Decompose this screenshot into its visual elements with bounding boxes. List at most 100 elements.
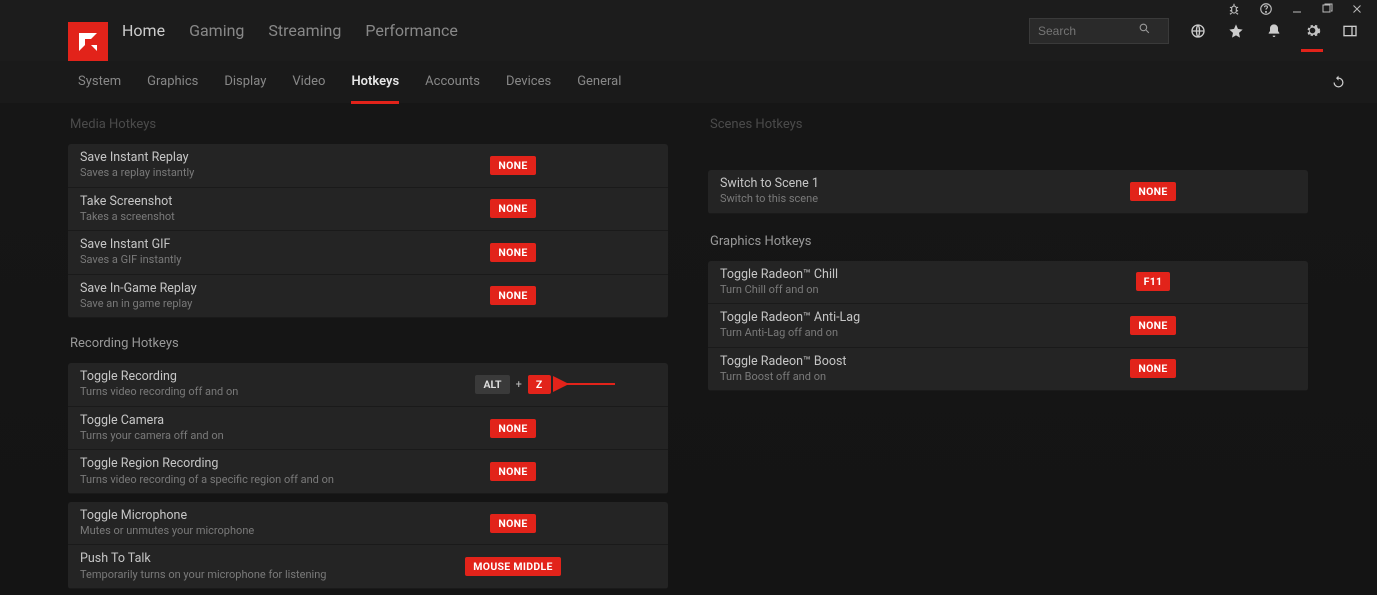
hotkey-title: Toggle Radeon™ Chill	[720, 267, 1010, 283]
hotkey-row[interactable]: Push To TalkTemporarily turns on your mi…	[68, 545, 668, 589]
hotkey-title: Save Instant GIF	[80, 237, 370, 253]
key-badge: NONE	[1130, 359, 1175, 378]
graphics-hotkeys-list: Toggle Radeon™ ChillTurn Chill off and o…	[708, 261, 1308, 392]
key-badge: MOUSE MIDDLE	[465, 557, 560, 576]
hotkey-title: Take Screenshot	[80, 194, 370, 210]
bug-icon[interactable]	[1227, 2, 1241, 20]
hotkey-desc: Saves a GIF instantly	[80, 253, 370, 267]
sidebar-toggle-icon[interactable]	[1341, 22, 1359, 40]
hotkey-value[interactable]: NONE	[370, 199, 656, 218]
tab-general[interactable]: General	[577, 74, 621, 91]
key-badge: NONE	[490, 199, 535, 218]
hotkey-row[interactable]: Toggle Region RecordingTurns video recor…	[68, 450, 668, 494]
hotkey-desc: Turn Boost off and on	[720, 370, 1010, 384]
tab-video[interactable]: Video	[292, 74, 325, 91]
search-box[interactable]	[1029, 18, 1169, 44]
right-column: Scenes Hotkeys Switch to Scene 1Switch t…	[708, 103, 1308, 595]
hotkey-value[interactable]: F11	[1010, 272, 1296, 291]
hotkey-desc: Turns your camera off and on	[80, 429, 370, 443]
hotkey-row[interactable]: Toggle MicrophoneMutes or unmutes your m…	[68, 502, 668, 546]
hotkey-desc: Temporarily turns on your microphone for…	[80, 568, 370, 582]
key-badge: NONE	[490, 286, 535, 305]
hotkey-value[interactable]: ALT+Z	[370, 375, 656, 394]
hotkey-row[interactable]: Toggle RecordingTurns video recording of…	[68, 363, 668, 407]
bell-icon[interactable]	[1265, 22, 1283, 40]
hotkey-value[interactable]: NONE	[370, 514, 656, 533]
amd-logo[interactable]	[68, 22, 108, 62]
hotkey-row[interactable]: Save In-Game ReplaySave an in game repla…	[68, 275, 668, 319]
tab-devices[interactable]: Devices	[506, 74, 551, 91]
section-graphics-title: Graphics Hotkeys	[710, 234, 1308, 249]
maximize-icon[interactable]	[1321, 3, 1333, 19]
hotkey-value[interactable]: NONE	[1010, 182, 1296, 201]
hotkey-row[interactable]: Save Instant ReplaySaves a replay instan…	[68, 144, 668, 188]
hotkey-row[interactable]: Toggle Radeon™ Anti-LagTurn Anti-Lag off…	[708, 304, 1308, 348]
hotkey-desc: Turns video recording off and on	[80, 385, 370, 399]
hotkey-desc: Turn Anti-Lag off and on	[720, 326, 1010, 340]
close-icon[interactable]	[1351, 3, 1363, 19]
hotkey-desc: Takes a screenshot	[80, 210, 370, 224]
hotkey-title: Toggle Region Recording	[80, 456, 370, 472]
hotkey-row[interactable]: Switch to Scene 1Switch to this scene NON…	[708, 170, 1308, 214]
hotkey-value[interactable]: NONE	[370, 462, 656, 481]
search-input[interactable]	[1038, 24, 1138, 38]
scenes-hotkeys-list: Switch to Scene 1Switch to this scene NON…	[708, 170, 1308, 214]
hotkey-desc: Switch to this scene	[720, 192, 1010, 206]
key-badge: ALT	[475, 375, 509, 394]
key-badge: NONE	[1130, 316, 1175, 335]
hotkey-value[interactable]: NONE	[370, 419, 656, 438]
main-nav: Home Gaming Streaming Performance	[122, 21, 458, 40]
hotkey-title: Toggle Microphone	[80, 508, 370, 524]
tab-accounts[interactable]: Accounts	[425, 74, 480, 91]
key-badge: Z	[528, 375, 551, 394]
star-icon[interactable]	[1227, 22, 1245, 40]
top-bar: Home Gaming Streaming Performance	[0, 0, 1377, 61]
search-icon[interactable]	[1138, 22, 1151, 39]
help-icon[interactable]	[1259, 2, 1273, 20]
section-scenes-title: Scenes Hotkeys	[710, 117, 1308, 132]
hotkey-title: Toggle Camera	[80, 413, 370, 429]
hotkey-value[interactable]: MOUSE MIDDLE	[370, 557, 656, 576]
content-area: Media Hotkeys Save Instant ReplaySaves a…	[0, 103, 1377, 595]
tab-system[interactable]: System	[78, 74, 121, 91]
hotkey-title: Toggle Radeon™ Boost	[720, 354, 1010, 370]
hotkey-desc: Save an in game replay	[80, 297, 370, 311]
minimize-icon[interactable]	[1291, 3, 1303, 19]
section-media-title: Media Hotkeys	[70, 117, 668, 132]
key-badge: NONE	[490, 419, 535, 438]
settings-tabs: System Graphics Display Video Hotkeys Ac…	[0, 61, 1377, 103]
tab-hotkeys[interactable]: Hotkeys	[351, 74, 399, 91]
key-badge: NONE	[490, 462, 535, 481]
hotkey-row[interactable]: Toggle Radeon™ BoostTurn Boost off and o…	[708, 348, 1308, 392]
nav-gaming[interactable]: Gaming	[189, 21, 244, 40]
hotkey-title: Save Instant Replay	[80, 150, 370, 166]
hotkey-row[interactable]: Save Instant GIFSaves a GIF instantly NON…	[68, 231, 668, 275]
hotkey-title: Switch to Scene 1	[720, 176, 1010, 192]
recording-hotkeys-list-b: Toggle MicrophoneMutes or unmutes your m…	[68, 502, 668, 589]
hotkey-value[interactable]: NONE	[370, 156, 656, 175]
hotkey-desc: Mutes or unmutes your microphone	[80, 524, 370, 538]
hotkey-value[interactable]: NONE	[370, 286, 656, 305]
hotkey-title: Save In-Game Replay	[80, 281, 370, 297]
hotkey-row[interactable]: Toggle Radeon™ ChillTurn Chill off and o…	[708, 261, 1308, 305]
nav-home[interactable]: Home	[122, 21, 165, 40]
reset-icon[interactable]	[1329, 73, 1347, 91]
hotkey-desc: Turn Chill off and on	[720, 283, 1010, 297]
tab-display[interactable]: Display	[224, 74, 266, 91]
nav-performance[interactable]: Performance	[365, 21, 458, 40]
globe-icon[interactable]	[1189, 22, 1207, 40]
hotkey-value[interactable]: NONE	[1010, 316, 1296, 335]
nav-streaming[interactable]: Streaming	[268, 21, 341, 40]
left-column: Media Hotkeys Save Instant ReplaySaves a…	[68, 103, 668, 595]
hotkey-row[interactable]: Toggle CameraTurns your camera off and o…	[68, 407, 668, 451]
key-badge: NONE	[490, 243, 535, 262]
hotkey-row[interactable]: Take ScreenshotTakes a screenshot NONE	[68, 188, 668, 232]
key-badge: NONE	[490, 156, 535, 175]
hotkey-value[interactable]: NONE	[370, 243, 656, 262]
hotkey-value[interactable]: NONE	[1010, 359, 1296, 378]
hotkey-title: Toggle Radeon™ Anti-Lag	[720, 310, 1010, 326]
tab-graphics[interactable]: Graphics	[147, 74, 198, 91]
key-badge: NONE	[1130, 182, 1175, 201]
gear-icon[interactable]	[1303, 22, 1321, 40]
recording-hotkeys-list-a: Toggle RecordingTurns video recording of…	[68, 363, 668, 494]
